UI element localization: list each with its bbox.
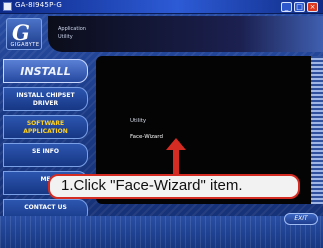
sidebar-item-label: INSTALL	[20, 65, 71, 78]
bottom-strip	[0, 216, 323, 248]
title-bar: GA-8I945P-G _ □ ×	[0, 0, 323, 14]
exit-button[interactable]: EXIT	[284, 213, 318, 225]
header-banner: Application Utility	[48, 16, 323, 52]
sidebar-item-label: INSTALL CHIPSET DRIVER	[16, 92, 75, 107]
sidebar-item-software-application[interactable]: SOFTWARE APPLICATION	[3, 115, 88, 139]
sidebar-item-label: SE INFO	[32, 148, 59, 155]
minimize-button[interactable]: _	[281, 2, 292, 12]
banner-line-2: Utility	[58, 34, 73, 40]
sidebar-item-install-chipset-driver[interactable]: INSTALL CHIPSET DRIVER	[3, 87, 88, 111]
close-button[interactable]: ×	[307, 2, 318, 12]
gigabyte-logo: G GIGABYTE	[6, 18, 42, 50]
installer-window: GA-8I945P-G _ □ × G GIGABYTE Application…	[0, 0, 323, 248]
window-title: GA-8I945P-G	[15, 1, 62, 9]
red-arrow-icon	[166, 138, 186, 174]
sidebar-item-label: SOFTWARE APPLICATION	[23, 120, 68, 135]
menu-item-utility[interactable]: Utility	[130, 118, 146, 124]
callout-text: 1.Click "Face-Wizard" item.	[61, 177, 243, 194]
side-texture	[311, 56, 323, 204]
instruction-callout: 1.Click "Face-Wizard" item.	[48, 174, 300, 199]
menu-item-face-wizard[interactable]: Face-Wizard	[130, 134, 163, 140]
logo-brand-text: GIGABYTE	[10, 42, 40, 48]
sidebar-item-install[interactable]: INSTALL	[3, 59, 88, 83]
banner-line-1: Application	[58, 26, 86, 32]
sidebar-item-label: CONTACT US	[24, 204, 67, 211]
app-icon	[3, 2, 12, 11]
maximize-button[interactable]: □	[294, 2, 305, 12]
sidebar-item-se-info[interactable]: SE INFO	[3, 143, 88, 167]
